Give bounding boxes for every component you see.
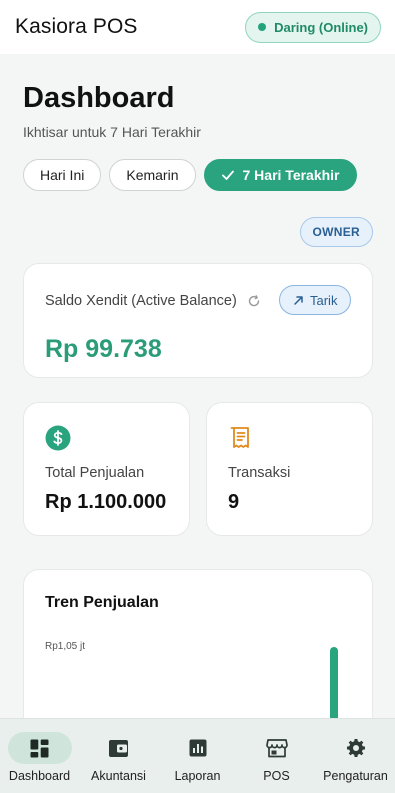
wallet-icon bbox=[109, 739, 128, 757]
withdraw-label: Tarik bbox=[310, 292, 338, 308]
role-badge: OWNER bbox=[299, 217, 373, 247]
top-bar: Kasiora POS Daring (Online) bbox=[0, 0, 395, 54]
nav-dashboard-icon-wrap bbox=[7, 732, 72, 764]
receipt-icon bbox=[230, 427, 249, 448]
page-subtitle: Ikhtisar untuk 7 Hari Terakhir bbox=[23, 124, 201, 140]
gear-icon bbox=[346, 739, 365, 757]
nav-label-pos: POS bbox=[263, 769, 290, 783]
transactions-value: 9 bbox=[228, 491, 240, 513]
bottom-nav: Dashboard Akuntansi Laporan POS Pengatur… bbox=[0, 718, 395, 793]
app-title: Kasiora POS bbox=[15, 15, 138, 38]
nav-settings-icon-wrap bbox=[324, 732, 388, 764]
filter-last-7-days-label: 7 Hari Terakhir bbox=[242, 167, 340, 183]
dashboard-icon bbox=[30, 739, 49, 757]
nav-item-settings[interactable]: Pengaturan bbox=[316, 719, 395, 783]
filter-last-7-days[interactable]: 7 Hari Terakhir bbox=[203, 159, 357, 191]
nav-item-reports[interactable]: Laporan bbox=[158, 719, 237, 783]
page-title: Dashboard bbox=[23, 82, 175, 114]
nav-accounting-icon-wrap bbox=[87, 732, 151, 764]
arrow-up-right-icon bbox=[294, 295, 303, 305]
filter-today-label: Hari Ini bbox=[40, 167, 85, 183]
check-icon bbox=[221, 170, 234, 180]
transactions-card: Transaksi 9 bbox=[206, 402, 373, 536]
balance-label: Saldo Xendit (Active Balance) bbox=[45, 293, 237, 309]
total-sales-value: Rp 1.100.000 bbox=[45, 491, 167, 513]
nav-item-dashboard[interactable]: Dashboard bbox=[0, 719, 79, 783]
nav-item-accounting[interactable]: Akuntansi bbox=[79, 719, 158, 783]
filter-today[interactable]: Hari Ini bbox=[23, 159, 102, 191]
sales-trend-card: Tren Penjualan Rp1,05 jt bbox=[23, 569, 373, 718]
nav-item-pos[interactable]: POS bbox=[237, 719, 316, 783]
online-dot-icon bbox=[258, 23, 267, 31]
transactions-label: Transaksi bbox=[228, 465, 291, 481]
nav-reports-icon-wrap bbox=[166, 732, 230, 764]
total-sales-card: Total Penjualan Rp 1.100.000 bbox=[23, 402, 190, 536]
nav-label-reports: Laporan bbox=[174, 769, 221, 783]
filter-yesterday[interactable]: Kemarin bbox=[109, 159, 196, 191]
refresh-icon[interactable] bbox=[247, 294, 261, 308]
total-sales-label: Total Penjualan bbox=[45, 465, 145, 481]
balance-label-row: Saldo Xendit (Active Balance) bbox=[45, 293, 261, 309]
filter-yesterday-label: Kemarin bbox=[126, 167, 179, 183]
nav-label-accounting: Akuntansi bbox=[91, 769, 146, 783]
withdraw-button[interactable]: Tarik bbox=[279, 285, 352, 315]
main-content: Dashboard Ikhtisar untuk 7 Hari Terakhir… bbox=[0, 54, 395, 718]
nav-label-settings: Pengaturan bbox=[323, 769, 388, 783]
dollar-circle-icon bbox=[45, 425, 71, 451]
nav-pos-icon-wrap bbox=[245, 732, 309, 764]
store-icon bbox=[265, 739, 288, 758]
sales-trend-chart bbox=[330, 647, 338, 718]
balance-value: Rp 99.738 bbox=[45, 335, 162, 363]
nav-label-dashboard: Dashboard bbox=[8, 769, 71, 783]
date-filter-group: Hari Ini Kemarin 7 Hari Terakhir bbox=[23, 159, 357, 191]
report-icon bbox=[189, 739, 206, 757]
online-status-label: Daring (Online) bbox=[274, 19, 368, 35]
online-status-badge: Daring (Online) bbox=[245, 11, 381, 43]
balance-card: Saldo Xendit (Active Balance) Tarik Rp 9… bbox=[23, 263, 373, 378]
sales-trend-bar bbox=[330, 647, 338, 718]
